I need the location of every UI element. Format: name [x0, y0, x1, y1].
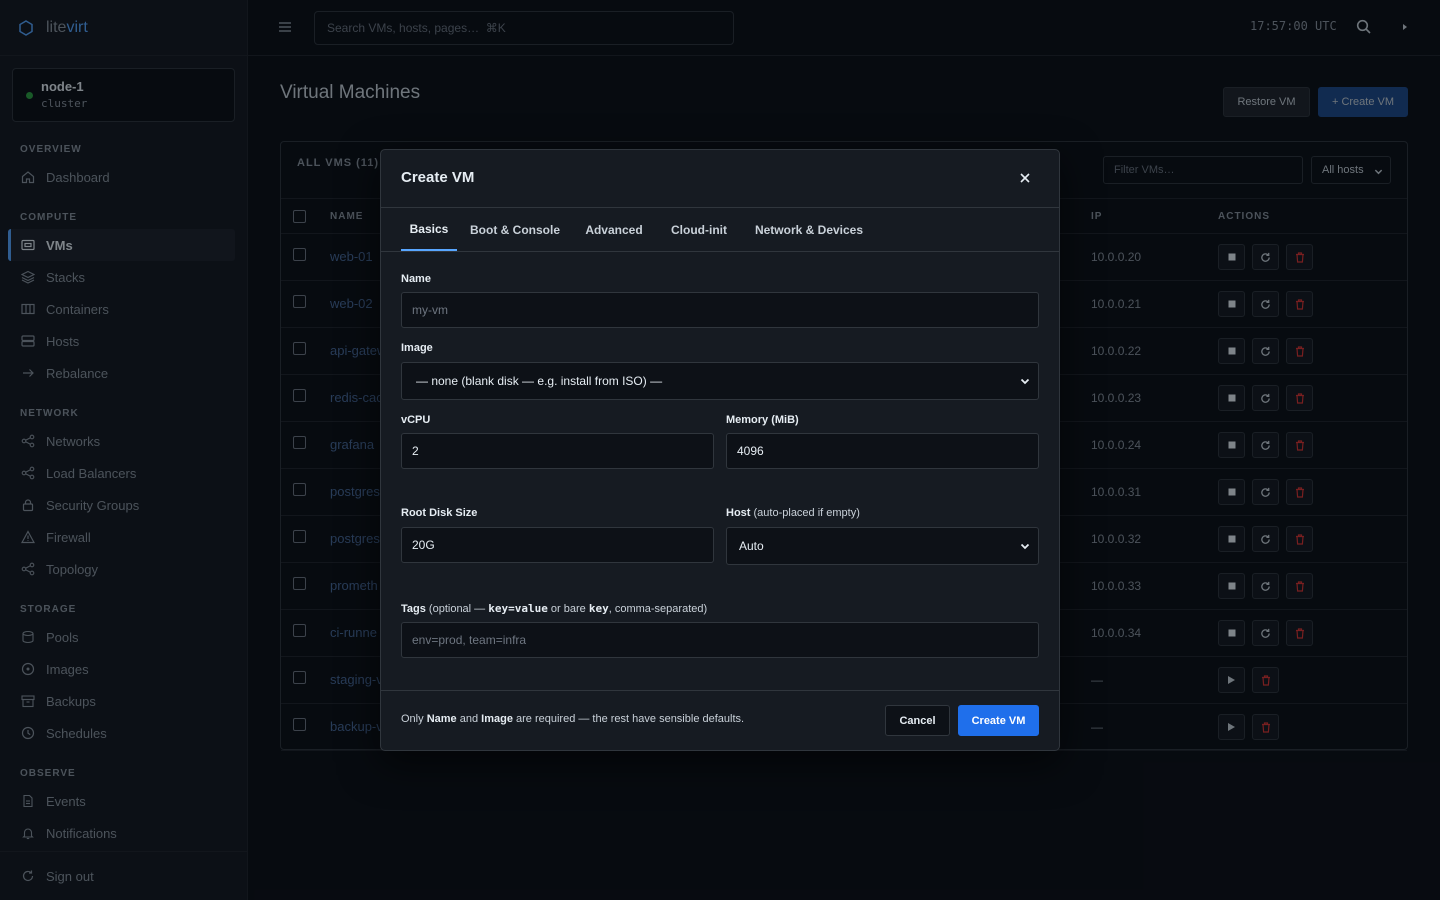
name-label: Name — [401, 273, 431, 285]
chevron-down-icon — [1020, 378, 1030, 385]
memory-input[interactable] — [726, 433, 1039, 469]
tab-network-devices[interactable]: Network & Devices — [751, 208, 867, 251]
create-vm-submit-button[interactable]: Create VM — [958, 705, 1039, 736]
image-select[interactable]: — none (blank disk — e.g. install from I… — [401, 362, 1039, 400]
required-fields-note: Only Name and Image are required — the r… — [401, 713, 745, 725]
host-select[interactable]: Auto — [726, 527, 1039, 565]
divider — [381, 690, 1059, 691]
close-icon[interactable] — [1017, 170, 1033, 186]
disk-size-input[interactable] — [401, 527, 714, 563]
cancel-button[interactable]: Cancel — [885, 705, 950, 736]
dialog-tabs: Basics Boot & Console Advanced Cloud-ini… — [381, 208, 1059, 252]
image-label: Image — [401, 342, 433, 354]
tags-input[interactable] — [401, 622, 1039, 658]
vcpu-input[interactable] — [401, 433, 714, 469]
tab-basics[interactable]: Basics — [401, 208, 457, 251]
create-vm-dialog: Create VM Basics Boot & Console Advanced… — [380, 149, 1060, 751]
host-label: Host (auto-placed if empty) — [726, 507, 860, 519]
chevron-down-icon — [1020, 543, 1030, 550]
dialog-title: Create VM — [401, 169, 475, 186]
disk-size-label: Root Disk Size — [401, 507, 478, 519]
tab-advanced[interactable]: Advanced — [581, 208, 647, 251]
memory-label: Memory (MiB) — [726, 414, 799, 426]
name-input[interactable] — [401, 292, 1039, 328]
vcpu-label: vCPU — [401, 414, 431, 426]
tab-cloud-init[interactable]: Cloud-init — [666, 208, 732, 251]
tab-boot-console[interactable]: Boot & Console — [469, 208, 561, 251]
tags-label: Tags (optional — key=value or bare key, … — [401, 602, 708, 615]
